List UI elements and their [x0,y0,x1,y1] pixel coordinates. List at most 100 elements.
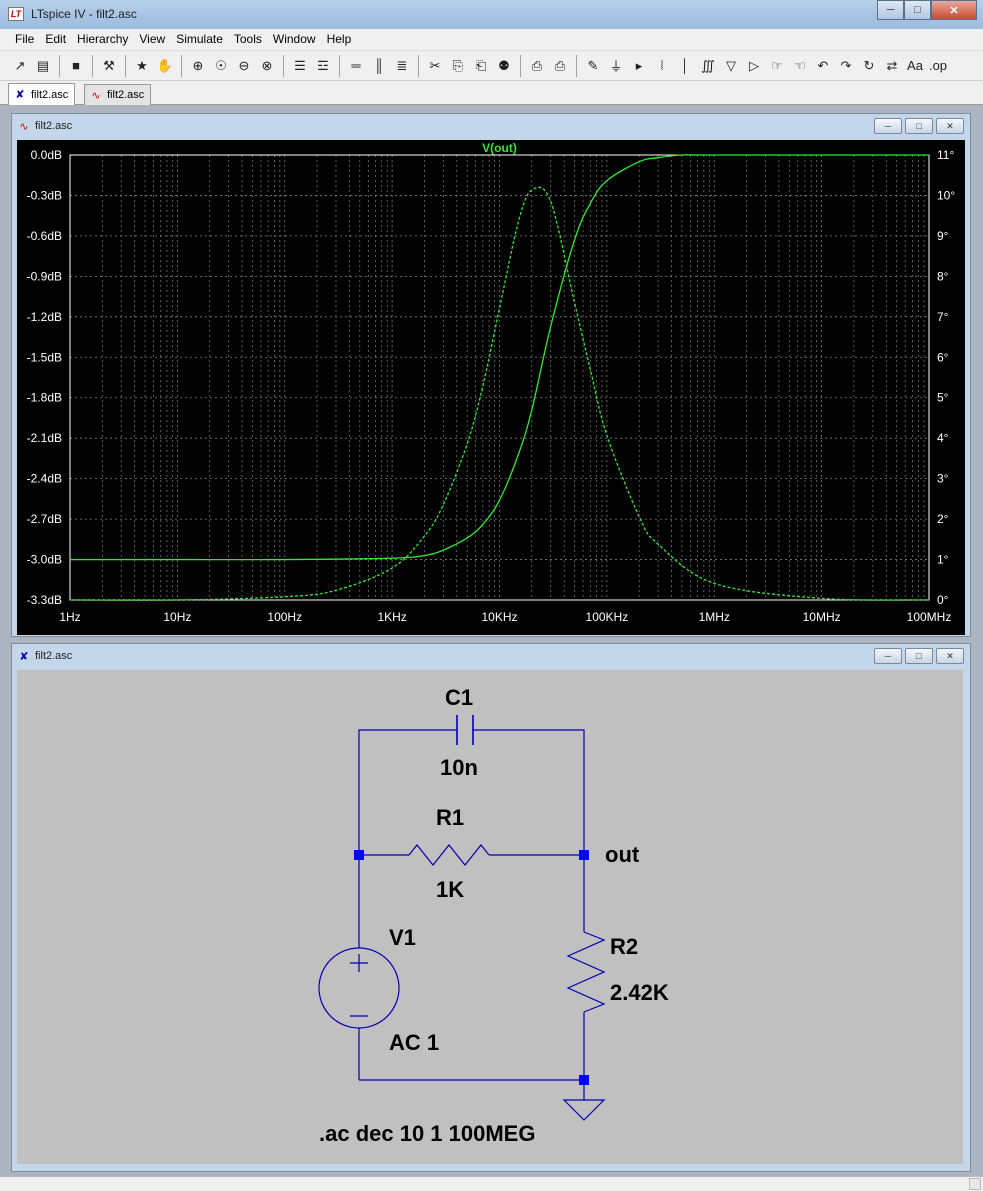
tab-schematic[interactable]: ✘ filt2.asc [8,83,76,105]
maximize-button[interactable]: □ [905,648,933,664]
c1-value[interactable]: 10n [440,755,478,780]
minimize-button[interactable]: ─ [874,648,902,664]
y-right-tick-label: 8° [937,269,949,283]
close-button[interactable]: ✕ [936,118,964,134]
run-icon[interactable]: ★ [132,56,152,76]
halt-hand-icon[interactable]: ✋ [155,56,175,76]
autorange-icon[interactable]: ☰ [290,56,310,76]
voltage-source-v1[interactable] [318,947,400,1029]
drag-hand-icon[interactable]: ☜ [790,56,810,76]
y-right-tick-label: 1° [937,553,949,567]
menu-hierarchy[interactable]: Hierarchy [72,29,134,50]
menu-window[interactable]: Window [268,29,322,50]
y-left-tick-label: -3.3dB [27,593,62,607]
close-button[interactable]: ✕ [936,648,964,664]
c1-name[interactable]: C1 [445,685,473,710]
r2-name[interactable]: R2 [610,934,638,959]
menu-help[interactable]: Help [322,29,358,50]
menu-tools[interactable]: Tools [229,29,268,50]
waveform-icon[interactable]: ☲ [313,56,333,76]
control-panel-hammer-icon[interactable]: ⚒ [99,56,119,76]
tile-vertical-icon[interactable]: ║ [369,56,389,76]
resistor-r2[interactable] [566,931,606,1013]
maximize-button[interactable]: □ [904,0,931,20]
capacitor-c1[interactable] [456,715,474,745]
cascade-icon[interactable]: ≣ [392,56,412,76]
mirror-icon[interactable]: ⇄ [882,56,902,76]
y-left-tick-label: -1.8dB [27,391,62,405]
v1-value[interactable]: AC 1 [389,1030,439,1055]
save-icon[interactable]: ■ [66,56,86,76]
pan-icon[interactable]: ☉ [211,56,231,76]
bode-plot[interactable]: 1Hz 10Hz 100Hz 1KHz 10KHz 100KHz 1MHz 10MHz 100M… [17,140,965,635]
trace-label[interactable]: V(out) [482,141,517,155]
component-icon[interactable]: ▷ [744,56,764,76]
x-tick-label: 100MHz [907,610,952,624]
resistor-r1[interactable] [408,844,490,866]
move-hand-icon[interactable]: ☞ [767,56,787,76]
ground-icon[interactable] [562,1099,606,1121]
minimize-button[interactable]: ─ [874,118,902,134]
copy-icon[interactable]: ⎘ [448,56,468,76]
menu-view[interactable]: View [134,29,171,50]
y-right-tick-label: 0° [937,593,949,607]
draw-wire-icon[interactable]: ✎ [583,56,603,76]
r1-name[interactable]: R1 [436,805,464,830]
r1-value[interactable]: 1K [436,877,464,902]
print-icon[interactable]: ⎙ [550,56,570,76]
find-binoculars-icon[interactable]: ⚉ [494,56,514,76]
tab-waveform[interactable]: ∿ filt2.asc [84,84,152,105]
wire[interactable] [473,729,585,855]
x-tick-label: 1Hz [59,610,80,624]
minimize-button[interactable]: ─ [877,0,904,20]
r2-value[interactable]: 2.42K [610,980,669,1005]
cut-icon[interactable]: ✂ [425,56,445,76]
rotate-icon[interactable]: ↻ [859,56,879,76]
schematic-window[interactable]: ✘ filt2.asc ─ □ ✕ C1 10n R1 1K out V1 AC… [11,643,971,1172]
wire[interactable] [358,729,457,855]
tile-horizontal-icon[interactable]: ═ [346,56,366,76]
toolbar-separator [59,54,60,77]
ground-icon[interactable]: ⏚ [606,56,626,76]
net-label-out[interactable]: out [605,842,640,867]
label-net-icon[interactable]: ▸ [629,56,649,76]
text-icon[interactable]: Aa [905,56,925,76]
capacitor-icon[interactable]: │ [675,56,695,76]
paste-icon[interactable]: ⎗ [471,56,491,76]
spice-directive-icon[interactable]: .op [928,56,948,76]
redo-icon[interactable]: ↷ [836,56,856,76]
spice-directive[interactable]: .ac dec 10 1 100MEG [319,1121,535,1146]
maximize-button[interactable]: □ [905,118,933,134]
inductor-icon[interactable]: ∭ [698,56,718,76]
schematic-canvas[interactable]: C1 10n R1 1K out V1 AC 1 R2 2.42K .ac de… [17,670,963,1164]
x-tick-label: 1KHz [377,610,406,624]
menu-file[interactable]: File [10,29,40,50]
print-preview-icon[interactable]: ⎙ [527,56,547,76]
toolbar-separator [125,54,126,77]
plot-pane[interactable]: 1Hz 10Hz 100Hz 1KHz 10KHz 100KHz 1MHz 10MHz 100M… [17,140,965,635]
schematic-new-icon[interactable]: ↗ [10,56,30,76]
ltspice-logo-icon: LT [8,7,24,21]
y-left-tick-label: 0.0dB [31,148,62,162]
diode-icon[interactable]: ▽ [721,56,741,76]
menu-simulate[interactable]: Simulate [171,29,229,50]
plot-window[interactable]: ∿ filt2.asc ─ □ ✕ 1Hz 10Hz 100Hz 1KHz 10KHz 1… [11,113,971,637]
y-left-tick-label: -2.1dB [27,431,62,445]
resize-grip-icon[interactable] [969,1178,981,1190]
trace-phase[interactable] [69,186,930,601]
schematic-icon: ✘ [19,650,29,663]
v1-name[interactable]: V1 [389,925,416,950]
undo-icon[interactable]: ↶ [813,56,833,76]
y-right-tick-label: 11° [937,148,954,162]
close-button[interactable]: ✕ [931,0,977,20]
menu-edit[interactable]: Edit [40,29,72,50]
toolbar-separator [92,54,93,77]
schematic-window-title: filt2.asc [35,650,73,662]
zoom-out-icon[interactable]: ⊖ [234,56,254,76]
open-folder-icon[interactable]: ▤ [33,56,53,76]
schematic-drawing[interactable]: C1 10n R1 1K out V1 AC 1 R2 2.42K .ac de… [17,670,963,1164]
y-left-tick-label: -1.2dB [27,310,62,324]
resistor-icon[interactable]: ⦚ [652,56,672,76]
zoom-in-icon[interactable]: ⊕ [188,56,208,76]
zoom-fit-icon[interactable]: ⊗ [257,56,277,76]
